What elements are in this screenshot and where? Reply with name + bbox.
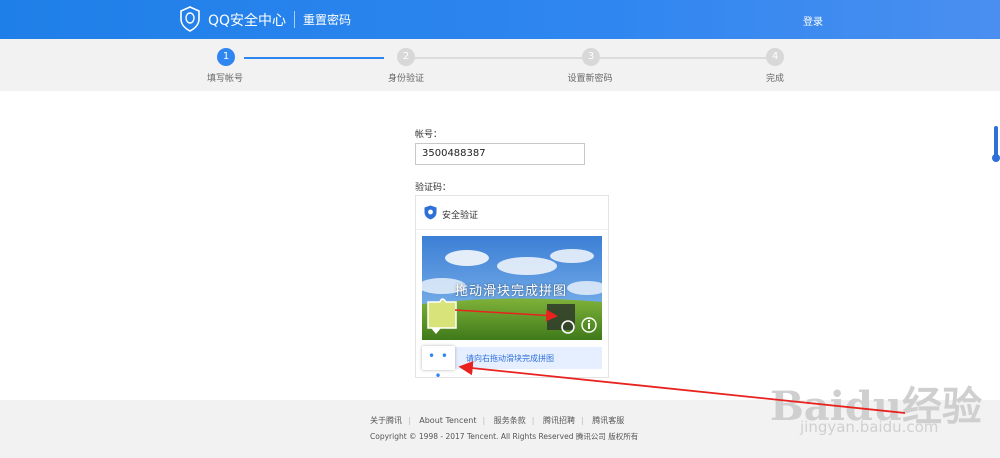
- qq-security-shield-icon: [180, 6, 200, 32]
- login-link[interactable]: 登录: [803, 13, 823, 28]
- step-3-label: 设置新密码: [567, 74, 613, 84]
- captcha-label: 验证码：: [415, 183, 452, 193]
- puzzle-instruction-text: 拖动滑块完成拼图: [455, 284, 568, 299]
- captcha-divider: [416, 229, 608, 230]
- top-header: QQ安全中心 重置密码 登录: [0, 0, 1000, 39]
- captcha-title: 安全验证: [442, 211, 479, 221]
- copyright-text: Copyright © 1998 - 2017 Tencent. All Rig…: [370, 432, 639, 441]
- footer-link-terms[interactable]: 服务条款: [494, 416, 526, 425]
- slider-handle[interactable]: • • •: [422, 346, 455, 383]
- step-1-circle: 1: [217, 48, 235, 66]
- step-2-label: 身份验证: [387, 74, 424, 84]
- footer-link-about-cn[interactable]: 关于腾讯: [370, 416, 402, 425]
- baidu-watermark-url: jingyan.baidu.com: [800, 418, 939, 436]
- step-3-circle: 3: [582, 48, 600, 66]
- slider-hint: 请向右拖动滑块完成拼图: [466, 354, 554, 363]
- account-label: 帐号：: [415, 130, 443, 140]
- step-4-label: 完成: [765, 74, 784, 84]
- step-progress-bar: [0, 39, 1000, 91]
- step-4-circle: 4: [766, 48, 784, 66]
- scrollbar-knob[interactable]: [992, 154, 1000, 162]
- step-connector-2: [414, 57, 582, 59]
- brand-title[interactable]: QQ安全中心: [208, 10, 286, 30]
- page-title: 重置密码: [303, 13, 352, 27]
- header-divider: [294, 11, 295, 28]
- step-2-circle: 2: [397, 48, 415, 66]
- footer-link-support[interactable]: 腾讯客服: [592, 416, 624, 425]
- step-connector-1: [244, 57, 384, 59]
- footer-link-jobs[interactable]: 腾讯招聘: [543, 416, 575, 425]
- footer-links: 关于腾讯 | About Tencent | 服务条款 | 腾讯招聘 | 腾讯客服: [370, 416, 625, 425]
- account-input[interactable]: 3500488387: [415, 143, 585, 165]
- step-connector-3: [600, 57, 766, 59]
- footer-link-about-en[interactable]: About Tencent: [419, 416, 476, 425]
- step-1-label: 填写帐号: [206, 74, 243, 84]
- shield-icon: [424, 205, 437, 220]
